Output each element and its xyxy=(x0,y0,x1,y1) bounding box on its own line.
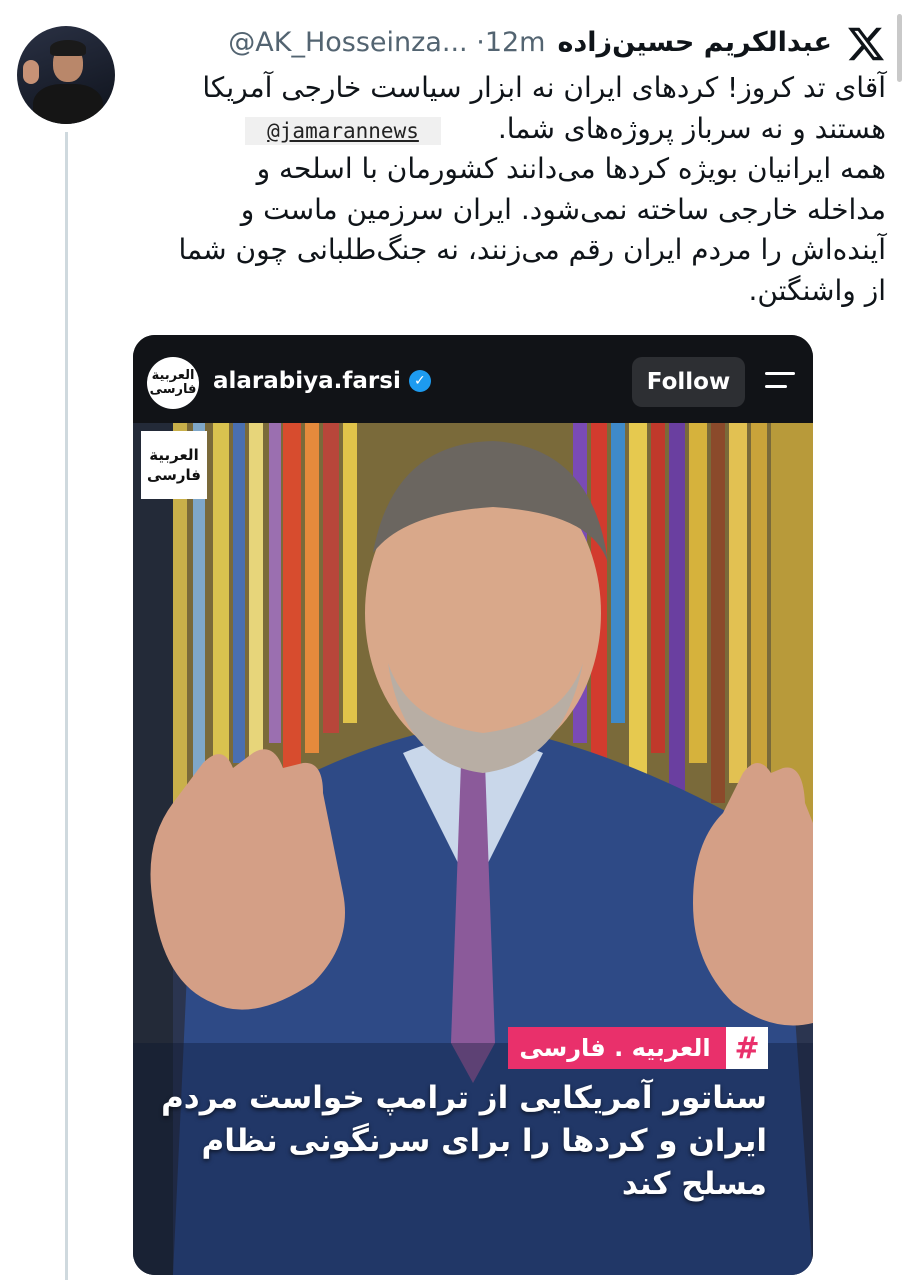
tweet-header: عبدالکریم حسین‌زاده @AK_Hosseinza... ·12… xyxy=(136,22,832,62)
handle: @AK_Hosseinza... xyxy=(228,26,468,58)
embedded-instagram-card[interactable]: العربية فارسی alarabiya.farsi ✓ Follow ا… xyxy=(133,335,813,1275)
hash-icon: # xyxy=(726,1027,768,1069)
tweet-text: آقای تد کروز! کردهای ایران نه ابزار سیاس… xyxy=(178,71,886,307)
separator: · xyxy=(476,26,485,58)
tag-label: العربیه . فارسی xyxy=(519,1034,711,1062)
watermark-line1: العربية xyxy=(149,446,199,464)
account-handle: alarabiya.farsi xyxy=(213,368,401,394)
hashtag-banner: # العربیه . فارسی xyxy=(508,1027,768,1069)
instagram-header: العربية فارسی alarabiya.farsi ✓ Follow xyxy=(133,335,813,423)
watermark-line2: فارسی xyxy=(146,466,202,484)
scrollbar-thumb[interactable] xyxy=(897,14,902,82)
logo-text-line1: العربية xyxy=(151,368,195,383)
account-logo[interactable]: العربية فارسی xyxy=(147,357,199,409)
news-headline: سناتور آمریکایی از ترامپ خواست مردم ایرا… xyxy=(161,1080,767,1202)
handle-and-time[interactable]: @AK_Hosseinza... ·12m xyxy=(228,27,545,58)
menu-icon[interactable] xyxy=(763,368,797,392)
timestamp: 12m xyxy=(484,26,546,58)
mention-watermark[interactable]: @jamarannews xyxy=(245,117,441,145)
verified-badge-icon: ✓ xyxy=(408,370,431,392)
channel-watermark: العربية فارسی xyxy=(141,431,207,499)
display-name[interactable]: عبدالکریم حسین‌زاده xyxy=(557,27,832,58)
x-logo-icon[interactable] xyxy=(846,24,886,64)
account-name[interactable]: alarabiya.farsi ✓ xyxy=(213,368,431,394)
thread-line xyxy=(65,132,68,1280)
avatar[interactable] xyxy=(17,26,115,124)
follow-button[interactable]: Follow xyxy=(632,357,745,407)
logo-text-line2: فارسی xyxy=(149,382,197,397)
